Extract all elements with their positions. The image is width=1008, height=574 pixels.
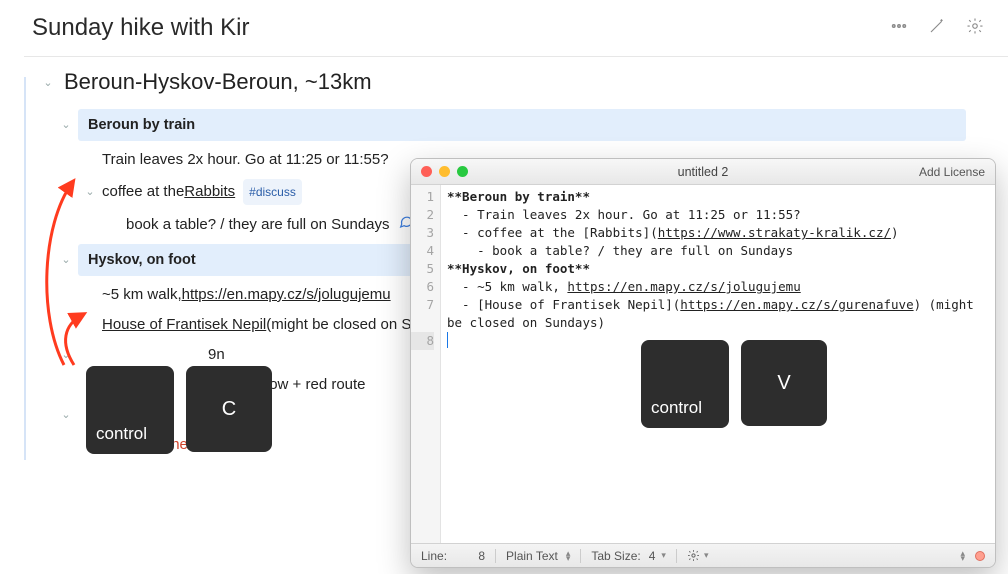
gear-icon[interactable] — [966, 17, 984, 40]
chevron-down-icon[interactable]: ⌄ — [60, 114, 72, 136]
record-indicator[interactable] — [975, 551, 985, 561]
rabbits-link[interactable]: Rabbits — [184, 181, 235, 203]
gear-icon[interactable]: ▾ — [687, 549, 709, 562]
outline-text: coffee at the — [102, 181, 184, 203]
map-link[interactable]: https://en.mapy.cz/s/jolugujemu — [182, 284, 391, 306]
chevron-down-icon[interactable]: ⌄ — [60, 249, 72, 271]
status-tabsize[interactable]: Tab Size: 4 ▾ — [591, 549, 666, 563]
key-control: control — [641, 340, 729, 428]
house-link[interactable]: House of Frantisek Nepil — [102, 314, 266, 336]
outline-text-fragment: 9n — [208, 344, 225, 366]
close-icon[interactable] — [421, 166, 432, 177]
text-caret — [447, 332, 448, 348]
wand-icon[interactable] — [928, 17, 946, 40]
outline-text: ~5 km walk, — [102, 284, 182, 306]
outline-text: (might be closed on Su — [266, 314, 419, 336]
key-v: V — [741, 340, 827, 426]
minimize-icon[interactable] — [439, 166, 450, 177]
chevron-down-icon[interactable]: ⌄ — [60, 404, 72, 426]
section-heading[interactable]: Beroun by train — [78, 109, 966, 141]
chevron-down-icon[interactable]: ⌄ — [84, 181, 96, 203]
add-license-link[interactable]: Add License — [919, 165, 985, 179]
outline-text: book a table? / they are full on Sundays — [126, 214, 390, 236]
status-language[interactable]: Plain Text ▴▾ — [506, 549, 570, 563]
key-control: control — [86, 366, 174, 454]
key-c: C — [186, 366, 272, 452]
chevron-down-icon[interactable]: ⌄ — [60, 344, 72, 366]
page-title: Sunday hike with Kir — [32, 14, 890, 42]
chevron-down-icon[interactable]: ⌄ — [42, 76, 54, 89]
editor-statusbar: Line: 8 Plain Text ▴▾ Tab Size: 4 ▾ ▾ ▴▾ — [411, 543, 995, 567]
zoom-icon[interactable] — [457, 166, 468, 177]
outline-text: Train leaves 2x hour. Go at 11:25 or 11:… — [102, 149, 389, 171]
status-line[interactable]: Line: 8 — [421, 549, 485, 563]
stepper-icon[interactable]: ▴▾ — [960, 551, 965, 561]
line-number-gutter: 1 2 3 4 5 6 7 8 — [411, 185, 441, 543]
section-title-h0: Beroun-Hyskov-Beroun, ~13km — [64, 69, 372, 95]
editor-titlebar[interactable]: untitled 2 Add License — [411, 159, 995, 185]
editor-title: untitled 2 — [678, 165, 729, 179]
discuss-tag[interactable]: #discuss — [243, 179, 302, 205]
more-icon[interactable] — [890, 17, 908, 40]
